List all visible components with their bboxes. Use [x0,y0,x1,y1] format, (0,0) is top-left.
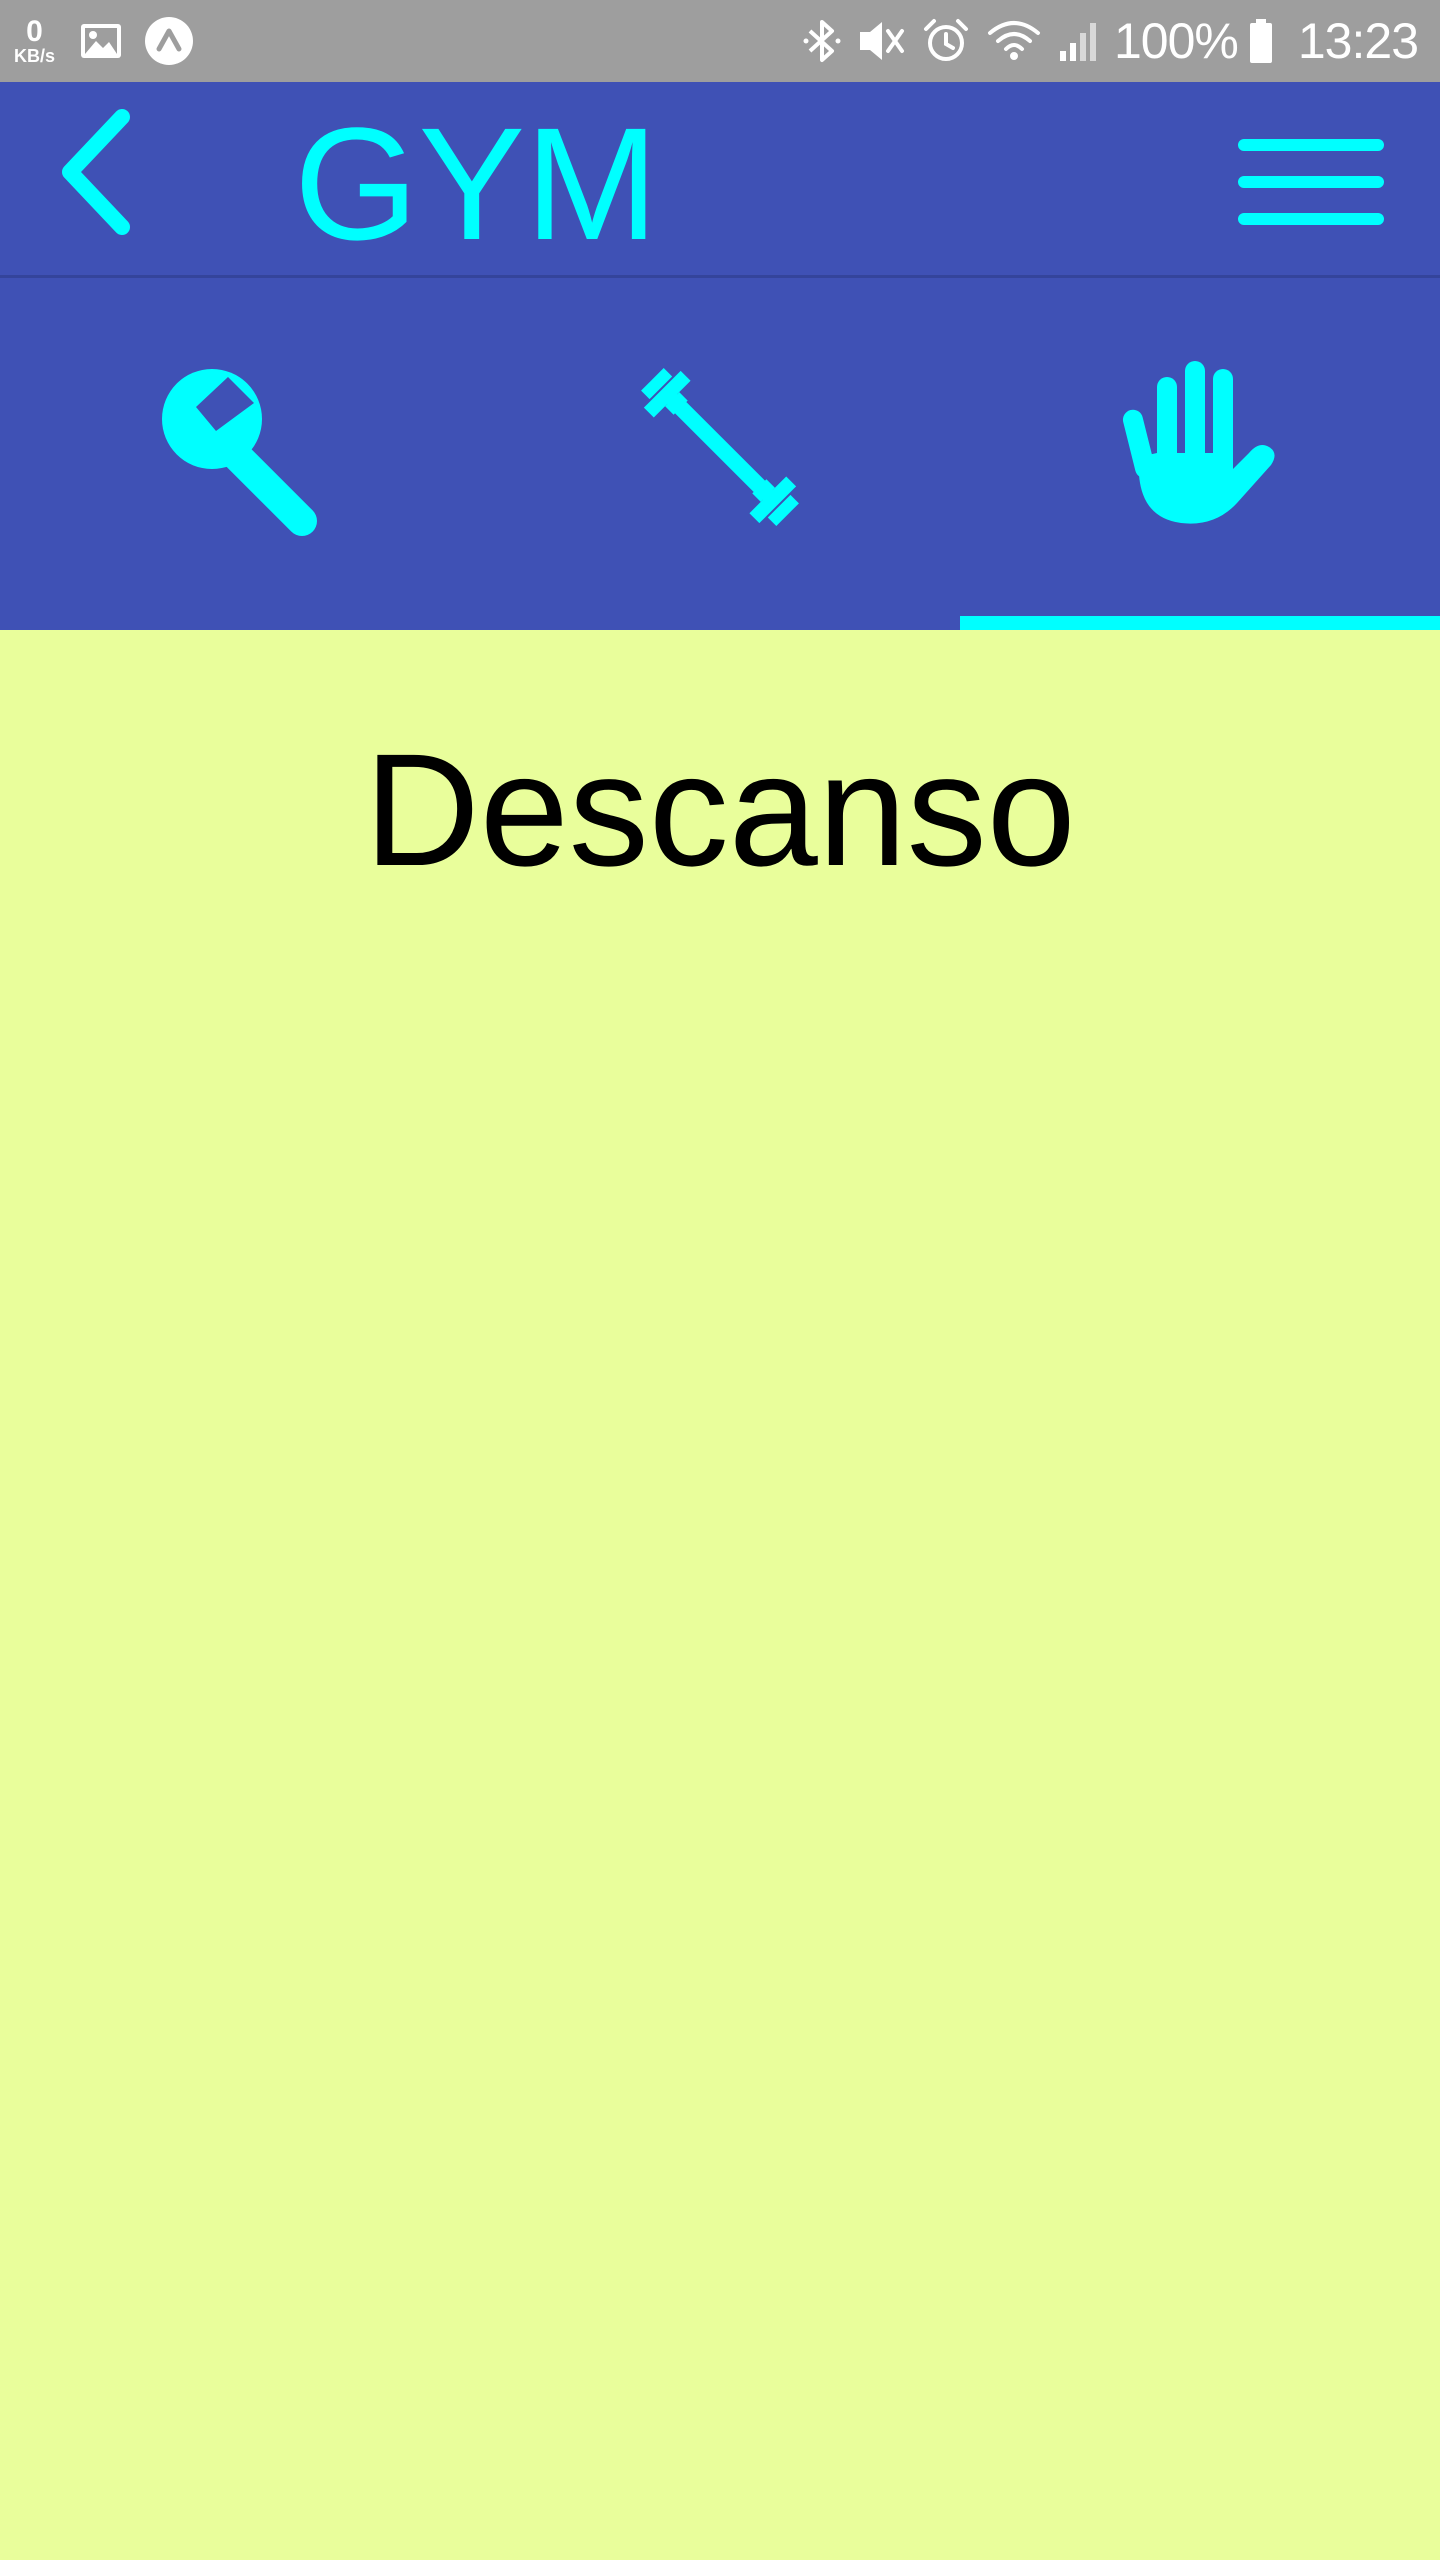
signal-icon [1058,19,1098,63]
network-speed: 0 KB/s [14,15,56,66]
app-title: GYM [294,94,659,273]
network-speed-unit: KB/s [14,46,56,66]
tab-bar [0,278,1440,630]
wrench-icon [150,357,330,537]
hamburger-menu-icon [1238,139,1384,225]
hand-icon [1115,357,1285,537]
chevron-left-icon [62,109,130,235]
tab-selected-indicator [960,616,1440,630]
dumbbell-icon [635,362,805,532]
wifi-icon [986,19,1042,63]
battery-icon [1248,17,1274,65]
mute-icon [858,18,906,64]
content-area: Descanso [0,630,1440,2560]
app-bar: GYM [0,82,1440,278]
battery-percent: 100% [1113,13,1239,69]
alarm-icon [922,17,970,65]
clock: 13:23 [1297,13,1419,69]
network-speed-value: 0 [26,15,43,48]
image-icon [79,21,123,61]
app-notification-icon [143,15,195,67]
bluetooth-icon [802,17,842,65]
status-bar-right: 100% 13:23 [802,0,1419,82]
tab-rest[interactable] [960,278,1440,630]
status-bar-left: 0 KB/s [14,0,215,82]
status-bar: 0 KB/s 100% 13:23 [0,0,1440,82]
content-title: Descanso [364,720,1076,899]
tab-settings[interactable] [0,278,480,630]
menu-button[interactable] [1236,132,1386,232]
tab-workout[interactable] [480,278,960,630]
back-button[interactable] [36,109,156,235]
